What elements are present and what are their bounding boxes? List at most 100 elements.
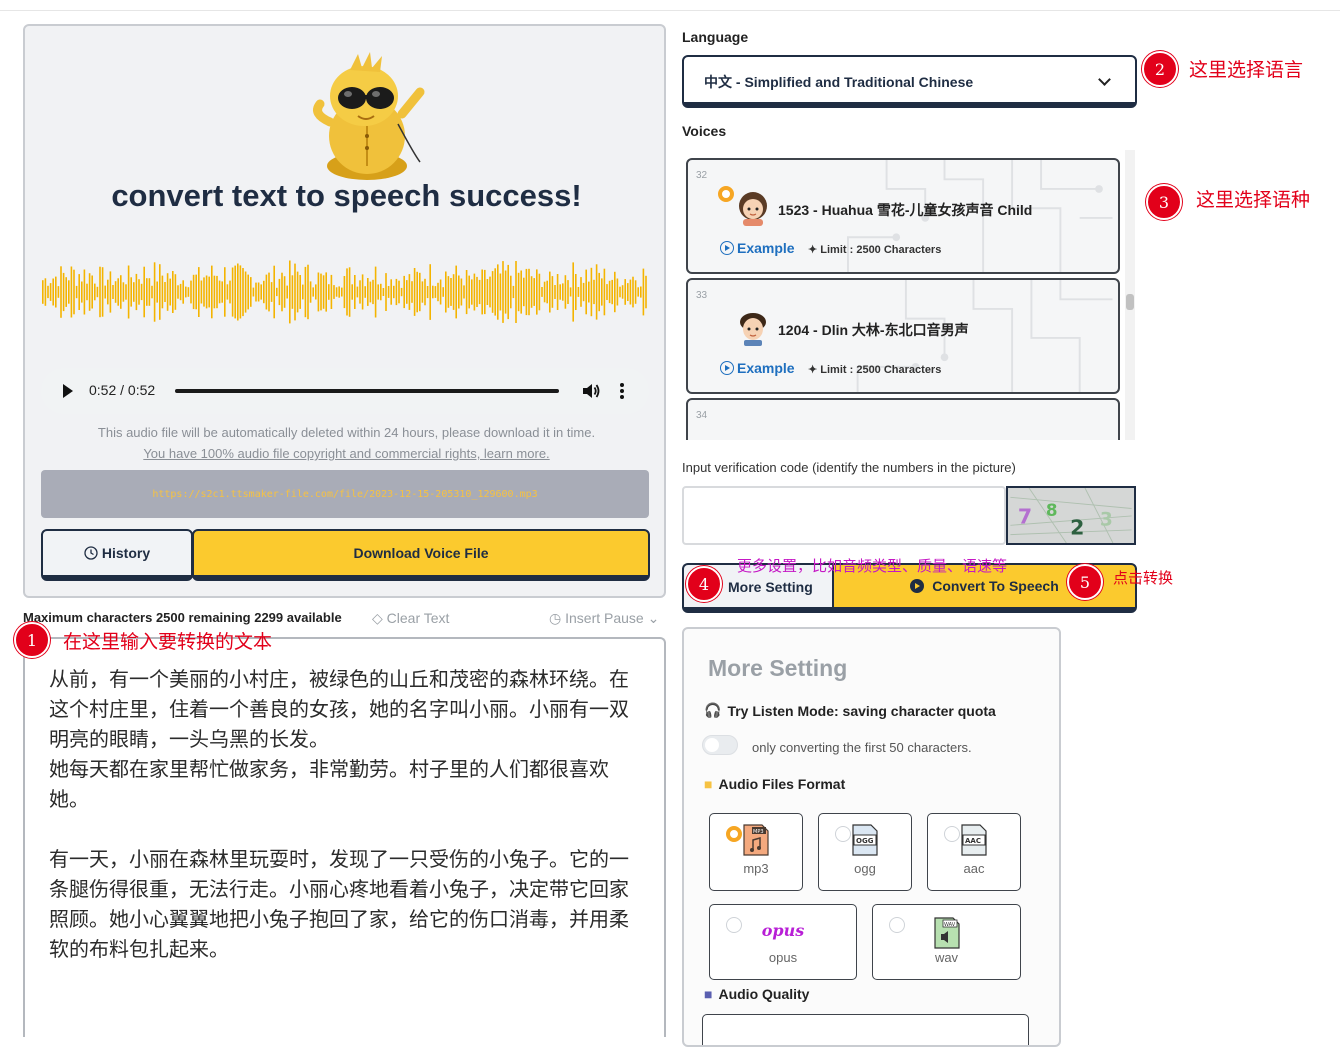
waveform-bar	[161, 275, 164, 309]
insert-pause-dropdown[interactable]: ◷ Insert Pause ⌄	[549, 610, 659, 627]
voice-number: 33	[696, 290, 708, 301]
audio-url[interactable]: https://s2c1.ttsmaker-file.com/file/2023…	[41, 470, 649, 518]
waveform-bar	[187, 287, 190, 297]
waveform-bar	[632, 276, 634, 308]
verification-input[interactable]	[682, 486, 1006, 545]
language-select[interactable]: 中文 - Simplified and Traditional Chinese	[682, 55, 1137, 108]
captcha-image[interactable]: 7 8 2 3	[1006, 486, 1136, 545]
waveform-bar	[507, 264, 509, 320]
waveform-bar	[543, 281, 546, 303]
format-radio[interactable]	[889, 917, 905, 933]
avatar-icon	[736, 430, 770, 440]
voice-name: 1523 - Huahua 雪花-儿童女孩声音 Child	[778, 202, 1033, 218]
waveform-bar	[49, 283, 52, 301]
format-radio[interactable]	[726, 826, 742, 842]
waveform-bar	[614, 271, 616, 313]
audio-player[interactable]: 0:52 / 0:52	[41, 368, 649, 414]
waveform-bar	[156, 281, 158, 303]
waveform-bar	[125, 284, 127, 300]
waveform-bar	[78, 274, 80, 310]
captcha-digit: 7	[1018, 504, 1032, 528]
waveform-bar	[91, 275, 93, 309]
mascot-image	[313, 52, 425, 180]
play-icon[interactable]	[63, 384, 73, 398]
waveform-bar	[330, 274, 333, 309]
waveform-bar	[380, 283, 382, 301]
text-input[interactable]: 从前，有一个美丽的小村庄，被绿色的山丘和茂密的森林环绕。在这个村庄里，住着一个善…	[23, 637, 666, 1037]
waveform-bar	[512, 285, 515, 299]
waveform-bar	[606, 284, 608, 300]
try-listen-toggle[interactable]	[702, 735, 738, 755]
waveform-bar	[502, 261, 504, 323]
waveform-bar	[335, 287, 338, 297]
waveform-bar	[442, 287, 444, 297]
volume-icon[interactable]	[581, 381, 601, 401]
format-option-aac[interactable]: AAC aac	[927, 813, 1021, 891]
voice-radio-selected[interactable]	[718, 186, 734, 202]
voice-number: 32	[696, 170, 708, 181]
chevron-down-icon: ⌄	[647, 610, 660, 626]
waveform-bar	[481, 269, 483, 315]
more-options-icon[interactable]	[617, 381, 627, 401]
waveform-bar	[185, 286, 187, 298]
audio-progress-bar[interactable]	[175, 389, 559, 393]
play-circle-icon	[910, 579, 925, 593]
success-title: convert text to speech success!	[111, 178, 582, 213]
eraser-icon: ◇	[372, 610, 383, 626]
waveform-bar	[549, 271, 551, 313]
settings-title: More Setting	[708, 655, 848, 681]
copyright-link[interactable]: You have 100% audio file copyright and c…	[25, 446, 668, 461]
waveform-bar	[291, 275, 294, 309]
waveform-bar	[86, 283, 88, 301]
waveform-bar	[616, 278, 619, 306]
audio-time: 0:52 / 0:52	[89, 382, 156, 398]
waveform-bar	[447, 276, 450, 308]
waveform-bar	[634, 280, 637, 304]
waveform-bar	[283, 276, 286, 308]
svg-text:OGG: OGG	[856, 837, 874, 845]
clear-text-button[interactable]: ◇ Clear Text	[372, 610, 449, 627]
waveform-bar	[361, 274, 364, 310]
waveform-bar	[299, 275, 301, 309]
try-listen-heading: 🎧 Try Listen Mode: saving character quot…	[704, 702, 996, 719]
history-button[interactable]: History	[41, 529, 193, 581]
waveform-bar	[307, 264, 309, 320]
waveform-bar	[73, 269, 75, 315]
format-option-wav[interactable]: WAV wav	[872, 904, 1021, 980]
format-option-opus[interactable]: opus opus	[709, 904, 857, 980]
convert-label: Convert To Speech	[932, 578, 1059, 594]
waveform-bar	[491, 271, 494, 313]
waveform-bar	[455, 265, 457, 319]
voices-scrollbar-thumb[interactable]	[1126, 294, 1134, 310]
example-play-link[interactable]: Example	[720, 240, 795, 256]
audio-quality-select[interactable]	[702, 1014, 1029, 1045]
voice-card[interactable]: 32 1523 - Huahua 雪花-儿童女孩声音 Child Example…	[686, 158, 1120, 274]
waveform-bar	[122, 282, 125, 302]
waveform-bar	[408, 274, 411, 310]
waveform-bar	[530, 276, 533, 308]
waveform-bar	[81, 281, 83, 303]
waveform-bar	[348, 267, 351, 317]
voice-card[interactable]: 33 1204 - Dlin 大林-东北口音男声 Example ✦ Limit…	[686, 278, 1120, 394]
format-radio[interactable]	[835, 826, 851, 842]
waveform-bar	[598, 272, 600, 312]
waveform-bar	[294, 263, 296, 321]
example-play-link[interactable]: Example	[720, 360, 795, 376]
waveform-bar	[343, 276, 346, 309]
waveform-bar	[541, 287, 543, 297]
waveform-bar	[341, 287, 343, 297]
format-radio[interactable]	[944, 826, 960, 842]
waveform-bar	[489, 276, 491, 308]
waveform-bar	[338, 286, 340, 298]
voices-list[interactable]: 32 1523 - Huahua 雪花-儿童女孩声音 Child Example…	[682, 150, 1137, 440]
voice-number: 34	[696, 410, 708, 421]
format-option-mp3[interactable]: MP3 mp3	[709, 813, 803, 891]
format-option-ogg[interactable]: OGG ogg	[818, 813, 912, 891]
waveform-bar	[62, 272, 65, 312]
download-voice-button[interactable]: Download Voice File	[192, 529, 650, 581]
format-name: wav	[934, 950, 959, 965]
waveform-bar	[257, 282, 260, 302]
waveform-bar	[114, 281, 117, 303]
voice-card[interactable]: 34	[686, 398, 1120, 440]
waveform-bar	[276, 287, 278, 297]
